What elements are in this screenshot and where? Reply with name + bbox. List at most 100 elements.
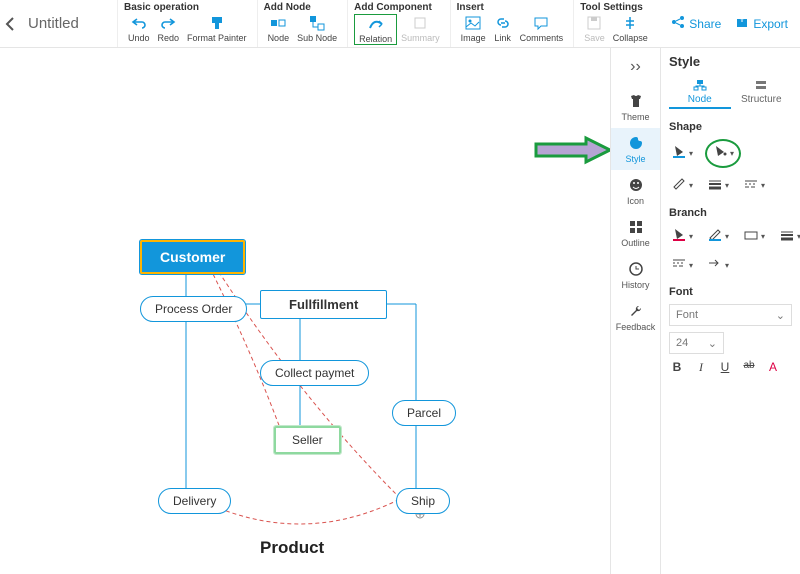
branch-dash-button[interactable]: ▾: [669, 254, 695, 276]
comments-button[interactable]: Comments: [516, 14, 568, 43]
group-add-node: Add Node Node Sub Node: [257, 0, 348, 47]
rail-style[interactable]: Style: [611, 128, 660, 170]
node-ship[interactable]: Ship: [396, 488, 450, 514]
summary-button[interactable]: Summary: [397, 14, 444, 45]
shape-label: Shape: [669, 121, 792, 133]
side-rail: ›› Theme Style Icon Outline History Feed…: [610, 48, 660, 574]
branch-shape-button[interactable]: ▾: [741, 226, 767, 248]
undo-button[interactable]: Undo: [124, 14, 154, 43]
sub-node-button[interactable]: Sub Node: [293, 14, 341, 43]
palette-icon: [627, 134, 645, 152]
clock-icon: [627, 260, 645, 278]
group-insert: Insert Image Link Comments: [450, 0, 574, 47]
panel-title: Style: [669, 54, 792, 69]
node-parcel[interactable]: Parcel: [392, 400, 456, 426]
comments-icon: [532, 14, 550, 32]
bold-button[interactable]: B: [669, 360, 685, 375]
italic-button[interactable]: I: [693, 360, 709, 375]
chevron-right-icon: ››: [630, 58, 641, 76]
font-color-button[interactable]: A: [765, 360, 781, 375]
group-label: Add Node: [264, 2, 342, 13]
branch-line-button[interactable]: ▾: [705, 225, 731, 248]
lines-icon: [779, 228, 795, 246]
chevron-down-icon: ⌄: [708, 337, 717, 350]
tshirt-icon: [627, 92, 645, 110]
branch-label: Branch: [669, 207, 792, 219]
strikethrough-button[interactable]: ab: [741, 360, 757, 375]
font-label: Font: [669, 286, 792, 298]
canvas[interactable]: Customer Process Order Fullfillment Coll…: [0, 48, 610, 574]
link-button[interactable]: Link: [490, 14, 516, 43]
node-customer[interactable]: Customer: [140, 240, 245, 274]
font-size-select[interactable]: 24 ⌄: [669, 332, 724, 354]
save-icon: [585, 14, 603, 32]
redo-icon: [159, 14, 177, 32]
fill-icon: [671, 144, 687, 163]
group-tool-settings: Tool Settings Save Collapse: [573, 0, 658, 47]
node-icon: [269, 14, 287, 32]
node-fulfillment[interactable]: Fullfillment: [260, 290, 387, 319]
group-add-component: Add Component Relation Summary: [347, 0, 450, 47]
tab-structure[interactable]: Structure: [731, 77, 793, 109]
pencil-icon: [707, 227, 723, 246]
group-label: Add Component: [354, 2, 444, 13]
share-icon: [671, 15, 685, 32]
link-icon: [494, 14, 512, 32]
wrench-icon: [627, 302, 645, 320]
rail-collapse-button[interactable]: ››: [611, 48, 660, 86]
dash-icon: [671, 256, 687, 274]
rail-icon[interactable]: Icon: [611, 170, 660, 212]
save-button[interactable]: Save: [580, 14, 609, 43]
arrow-icon: [707, 256, 723, 274]
branch-width-button[interactable]: ▾: [777, 226, 800, 248]
branch-color-button[interactable]: ▾: [669, 225, 695, 248]
shape-line-dash-button[interactable]: ▾: [741, 175, 767, 197]
shape-background-button[interactable]: ▾: [705, 139, 741, 168]
node-tab-icon: [693, 79, 707, 94]
font-family-select[interactable]: Font ⌄: [669, 304, 792, 326]
rail-history[interactable]: History: [611, 254, 660, 296]
summary-icon: [411, 14, 429, 32]
image-button[interactable]: Image: [457, 14, 490, 43]
group-label: Tool Settings: [580, 2, 652, 13]
top-toolbar: Untitled Basic operation Undo Redo Forma…: [0, 0, 800, 48]
collapse-button[interactable]: Collapse: [609, 14, 652, 43]
tab-node[interactable]: Node: [669, 77, 731, 109]
undo-icon: [130, 14, 148, 32]
rail-feedback[interactable]: Feedback: [611, 296, 660, 338]
sub-node-icon: [308, 14, 326, 32]
rail-theme[interactable]: Theme: [611, 86, 660, 128]
relation-button[interactable]: Relation: [354, 14, 397, 45]
shape-line-style-button[interactable]: ▾: [705, 175, 731, 197]
group-label: Insert: [457, 2, 568, 13]
format-painter-icon: [208, 14, 226, 32]
node-delivery[interactable]: Delivery: [158, 488, 231, 514]
style-panel: Style Node Structure Shape ▾ ▾ ▾ ▾ ▾ Bra…: [660, 48, 800, 574]
share-button[interactable]: Share: [671, 15, 721, 32]
back-button[interactable]: [0, 0, 22, 47]
redo-button[interactable]: Redo: [154, 14, 184, 43]
node-button[interactable]: Node: [264, 14, 294, 43]
branch-arrow-button[interactable]: ▾: [705, 254, 731, 276]
dash-icon: [743, 177, 759, 195]
node-collect-payment[interactable]: Collect paymet: [260, 360, 369, 386]
node-process-order[interactable]: Process Order: [140, 296, 247, 322]
chevron-down-icon: ⌄: [776, 309, 785, 322]
smiley-icon: [627, 176, 645, 194]
format-painter-button[interactable]: Format Painter: [183, 14, 251, 43]
export-icon: [735, 15, 749, 32]
collapse-icon: [621, 14, 639, 32]
structure-tab-icon: [754, 79, 768, 94]
lines-icon: [707, 177, 723, 195]
fill-icon: [671, 227, 687, 246]
right-actions: Share Export: [671, 0, 800, 47]
group-label: Basic operation: [124, 2, 251, 13]
document-title[interactable]: Untitled: [22, 0, 117, 47]
node-seller[interactable]: Seller: [274, 426, 341, 454]
underline-button[interactable]: U: [717, 360, 733, 375]
shape-border-button[interactable]: ▾: [669, 174, 695, 197]
export-button[interactable]: Export: [735, 15, 788, 32]
rail-outline[interactable]: Outline: [611, 212, 660, 254]
shape-fill-button[interactable]: ▾: [669, 142, 695, 165]
rect-icon: [743, 228, 759, 246]
